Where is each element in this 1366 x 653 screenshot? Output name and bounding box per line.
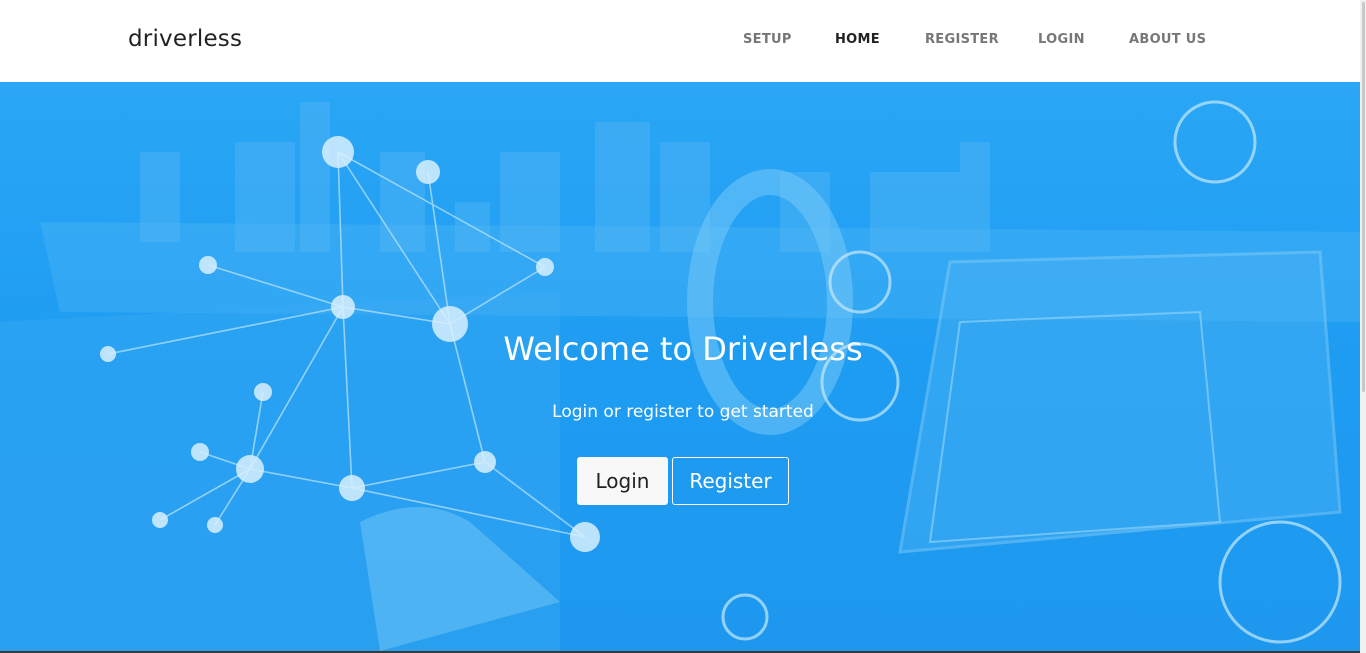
register-button[interactable]: Register: [672, 457, 789, 505]
nav-link-setup[interactable]: SETUP: [743, 32, 792, 47]
nav-link-about-us[interactable]: ABOUT US: [1129, 32, 1206, 47]
scrollbar-thumb[interactable]: [1362, 2, 1365, 392]
top-navbar: driverless SETUP HOME REGISTER LOGIN ABO…: [0, 0, 1360, 82]
brand-logo[interactable]: driverless: [128, 26, 242, 52]
hero-subtitle: Login or register to get started: [552, 402, 814, 422]
page-scrollbar[interactable]: [1360, 0, 1366, 653]
nav-link-login[interactable]: LOGIN: [1038, 32, 1085, 47]
nav-link-register[interactable]: REGISTER: [925, 32, 999, 47]
hero-title: Welcome to Driverless: [503, 330, 863, 368]
nav-link-home[interactable]: HOME: [835, 32, 880, 47]
hero-section: Welcome to Driverless Login or register …: [0, 82, 1366, 651]
login-button[interactable]: Login: [577, 457, 668, 505]
